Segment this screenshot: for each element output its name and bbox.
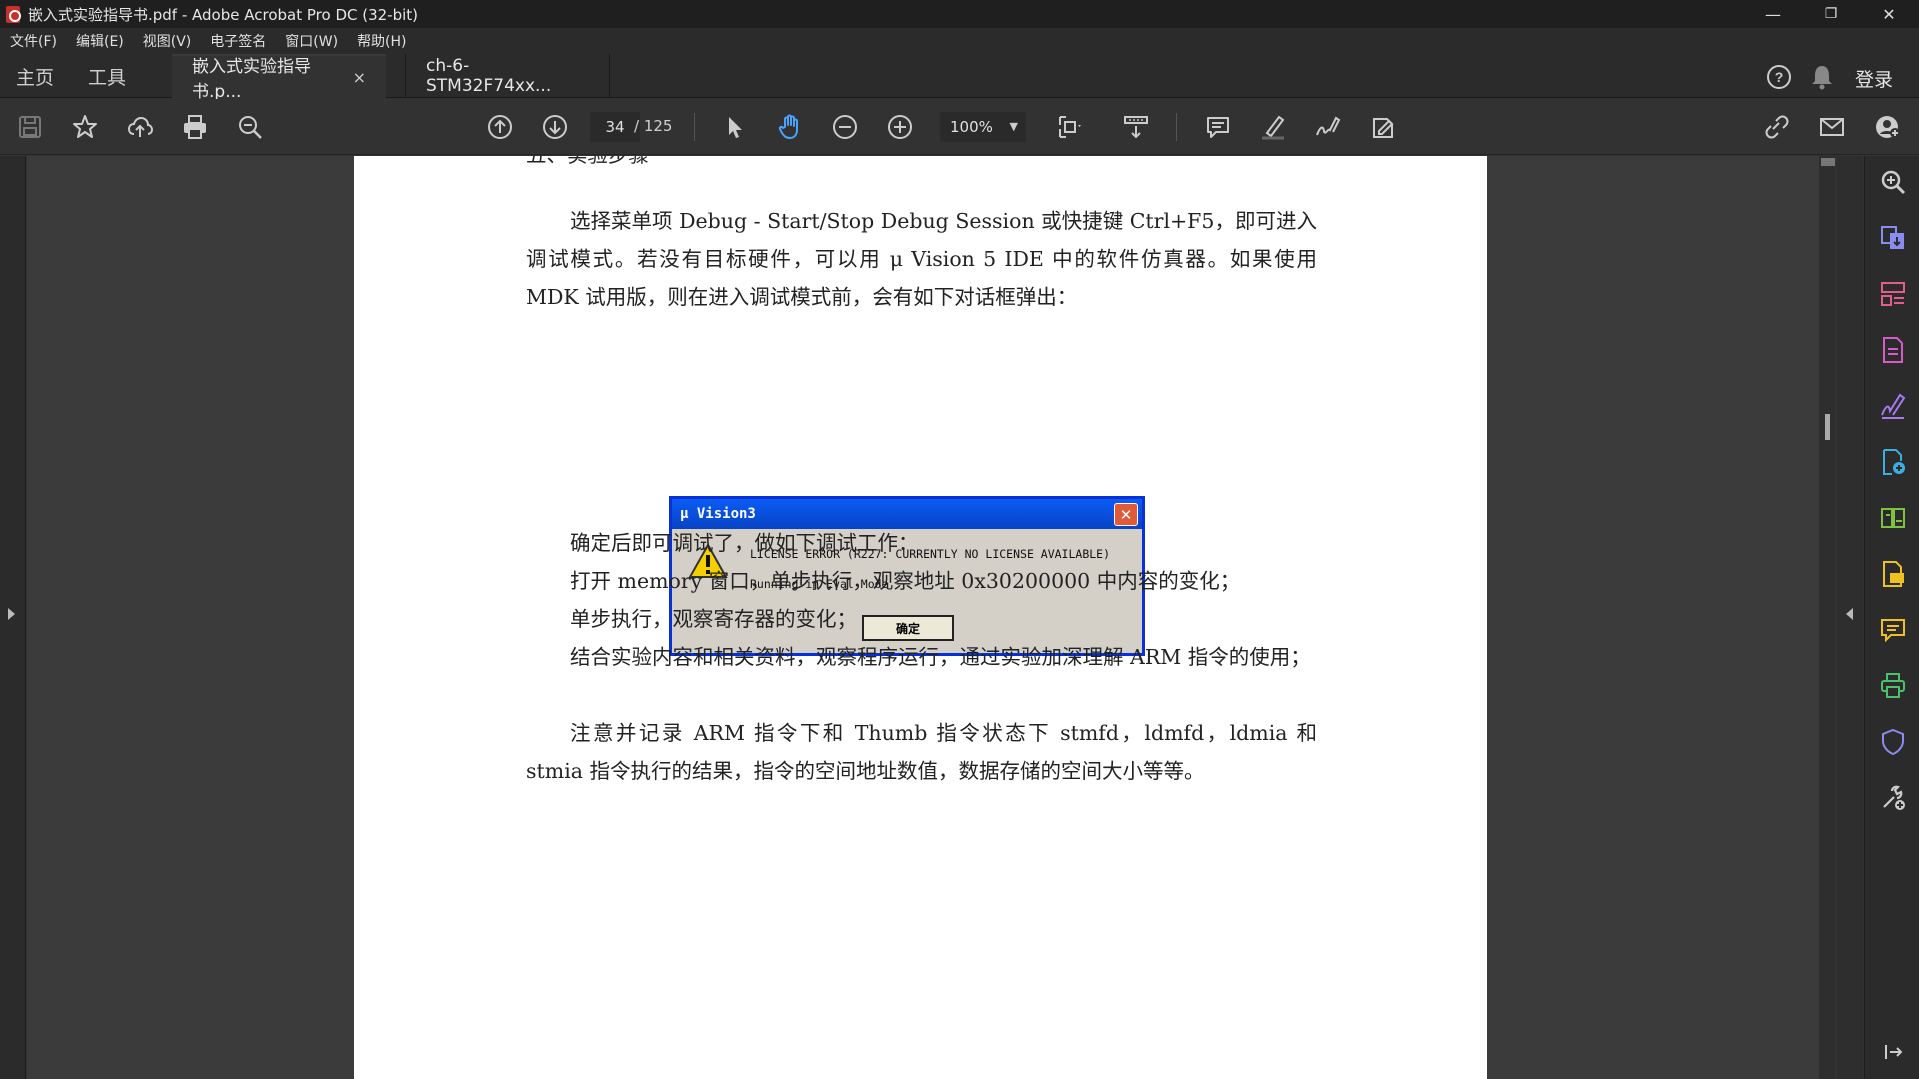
scrollbar-top[interactable] — [1821, 158, 1835, 166]
zoom-out-icon[interactable] — [827, 109, 863, 145]
login-button[interactable]: 登录 — [1855, 65, 1893, 92]
menu-edit[interactable]: 编辑(E) — [76, 31, 124, 51]
more-tools-icon[interactable] — [1877, 782, 1909, 814]
menu-view[interactable]: 视图(V) — [143, 31, 192, 51]
toolbar-divider — [694, 113, 695, 141]
svg-text:?: ? — [1775, 69, 1784, 85]
chevron-right-icon — [8, 608, 15, 620]
edit-pdf-icon[interactable] — [1365, 109, 1401, 145]
zoom-in-icon[interactable] — [882, 109, 918, 145]
tab-bar: 主页 工具 嵌入式实验指导书.p... × ch-6-STM32F74xx...… — [0, 54, 1919, 102]
paragraph-after-confirm: 确定后即可调试了，做如下调试工作： — [570, 531, 919, 555]
bell-icon[interactable] — [1809, 63, 1835, 91]
upload-cloud-icon[interactable] — [122, 109, 158, 145]
restore-button[interactable]: ❐ — [1802, 0, 1860, 28]
highlight-pen-icon[interactable] — [1255, 109, 1291, 145]
paragraph-arm-instructions: 结合实验内容和相关资料，观察程序运行，通过实验加深理解 ARM 指令的使用； — [570, 645, 1311, 669]
send-comment-file-icon[interactable] — [1877, 558, 1909, 590]
menu-esign[interactable]: 电子签名 — [210, 31, 266, 51]
section-heading-partial: 五、实验步骤 — [526, 156, 1317, 174]
zoom-out-search-icon[interactable] — [232, 109, 268, 145]
comment-icon[interactable] — [1200, 109, 1236, 145]
paragraph-registers: 单步执行，观察寄存器的变化； — [570, 607, 857, 631]
close-window-button[interactable]: ✕ — [1860, 0, 1918, 28]
next-page-icon[interactable] — [537, 109, 573, 145]
title-bar: 嵌入式实验指导书.pdf - Adobe Acrobat Pro DC (32-… — [0, 0, 1919, 28]
document-viewer[interactable]: 五、实验步骤 选择菜单项 Debug - Start/Stop Debug Se… — [27, 156, 1835, 1079]
menu-help[interactable]: 帮助(H) — [357, 31, 406, 51]
help-icon[interactable]: ? — [1765, 63, 1793, 91]
paragraph-thumb-record: 注意并记录 ARM 指令下和 Thumb 指令状态下 stmfd，ldmfd，l… — [526, 721, 1317, 783]
tab-document-2-label: ch-6-STM32F74xx... — [426, 56, 552, 96]
print-production-icon[interactable] — [1877, 670, 1909, 702]
right-panel-toggle[interactable] — [1837, 156, 1863, 1079]
menu-bar: 文件(F) 编辑(E) 视图(V) 电子签名 窗口(W) 帮助(H) — [0, 28, 1919, 54]
search-icon[interactable] — [1877, 166, 1909, 198]
scroll-mode-icon[interactable] — [1118, 109, 1154, 145]
comment-tool-icon[interactable] — [1877, 614, 1909, 646]
main-toolbar: 34 / 125 100% ▼ — [0, 99, 1919, 155]
vertical-scrollbar[interactable] — [1819, 156, 1835, 1079]
organize-pages-icon[interactable] — [1877, 278, 1909, 310]
page-total: / 125 — [634, 117, 673, 135]
chevron-down-icon: ▼ — [1009, 120, 1018, 133]
collapse-pane-icon[interactable] — [1877, 1036, 1909, 1068]
protect-shield-icon[interactable] — [1877, 726, 1909, 758]
acrobat-icon — [6, 5, 21, 23]
page-number-input[interactable]: 34 — [590, 112, 640, 142]
email-icon[interactable] — [1814, 109, 1850, 145]
export-pdf-icon[interactable] — [1877, 222, 1909, 254]
save-icon[interactable] — [12, 109, 48, 145]
tab-tools[interactable]: 工具 — [88, 54, 126, 98]
chevron-left-icon — [1846, 608, 1853, 620]
menu-window[interactable]: 窗口(W) — [285, 31, 338, 51]
tab-close-icon[interactable]: × — [353, 68, 366, 87]
menu-file[interactable]: 文件(F) — [10, 31, 57, 51]
tab-document-1[interactable]: 嵌入式实验指导书.p... × — [172, 54, 386, 102]
tab-document-1-label: 嵌入式实验指导书.p... — [192, 57, 311, 102]
dialog-close-icon: ✕ — [1114, 503, 1138, 526]
tab-home[interactable]: 主页 — [16, 54, 54, 98]
select-cursor-icon[interactable] — [717, 109, 753, 145]
add-user-icon[interactable] — [1869, 109, 1905, 145]
create-pdf-icon[interactable] — [1877, 334, 1909, 366]
toolbar-divider — [1176, 113, 1177, 141]
tab-document-2[interactable]: ch-6-STM32F74xx... — [405, 54, 610, 98]
sign-icon[interactable] — [1310, 109, 1346, 145]
star-icon[interactable] — [67, 109, 103, 145]
zoom-level-value: 100% — [950, 118, 993, 136]
minimize-button[interactable]: — — [1744, 0, 1802, 28]
fill-sign-icon[interactable] — [1877, 390, 1909, 422]
hand-tool-icon[interactable] — [772, 109, 808, 145]
request-signature-icon[interactable] — [1877, 446, 1909, 478]
print-icon[interactable] — [177, 109, 213, 145]
share-link-icon[interactable] — [1759, 109, 1795, 145]
paragraph-debug-intro: 选择菜单项 Debug - Start/Stop Debug Session 或… — [526, 209, 1317, 309]
fit-page-icon[interactable] — [1052, 109, 1088, 145]
compare-files-icon[interactable] — [1877, 502, 1909, 534]
scrollbar-thumb[interactable] — [1825, 414, 1830, 440]
right-tools-pane — [1864, 156, 1919, 1079]
previous-page-icon[interactable] — [482, 109, 518, 145]
paragraph-memory: 打开 memory 窗口，单步执行，观察地址 0x30200000 中内容的变化… — [570, 569, 1241, 593]
zoom-level-select[interactable]: 100% ▼ — [940, 112, 1026, 142]
left-panel-toggle[interactable] — [0, 156, 26, 1079]
window-title: 嵌入式实验指导书.pdf - Adobe Acrobat Pro DC (32-… — [28, 5, 419, 24]
